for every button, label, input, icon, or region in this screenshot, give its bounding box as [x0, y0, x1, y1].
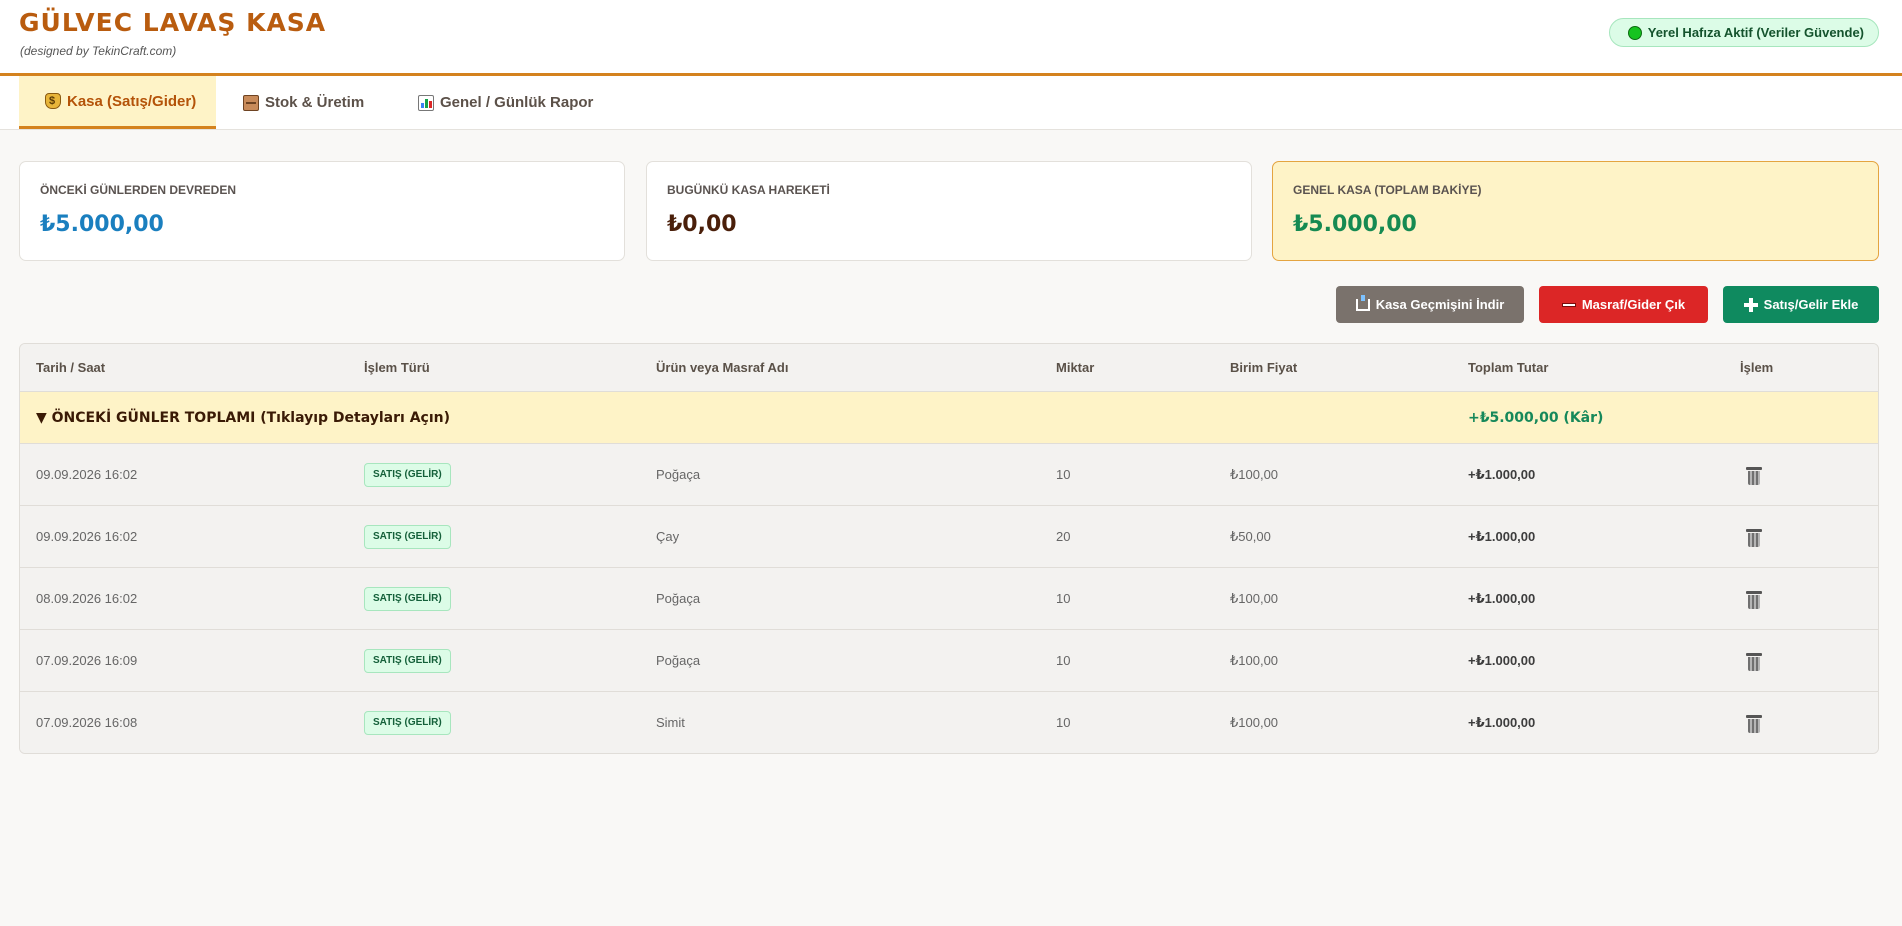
col-header-action: İşlem [1740, 360, 1774, 375]
tab-kasa[interactable]: Kasa (Satış/Gider) [19, 76, 216, 129]
table-row: 07.09.2026 16:08 SATIŞ (GELİR) Simit 10 … [20, 692, 1878, 753]
cell-qty: 10 [1056, 653, 1071, 668]
table-header: Tarih / Saat İşlem Türü Ürün veya Masraf… [20, 344, 1878, 392]
download-history-button[interactable]: Kasa Geçmişini İndir [1336, 286, 1524, 323]
cell-total: +₺1.000,00 [1468, 591, 1536, 606]
card-value: ₺5.000,00 [1293, 212, 1417, 237]
cell-name: Simit [656, 715, 685, 730]
col-header-name: Ürün veya Masraf Adı [656, 360, 789, 375]
type-badge: SATIŞ (GELİR) [364, 649, 451, 673]
button-label: Masraf/Gider Çık [1581, 297, 1686, 312]
cell-name: Çay [656, 529, 680, 544]
box-icon [243, 94, 259, 111]
previous-days-group-row[interactable]: ▼ ÖNCEKİ GÜNLER TOPLAMI (Tıklayıp Detayl… [20, 392, 1878, 444]
cell-unit-price: ₺100,00 [1230, 591, 1279, 606]
green-dot-icon [1627, 25, 1642, 40]
plus-icon [1743, 297, 1758, 312]
transactions-table: Tarih / Saat İşlem Türü Ürün veya Masraf… [19, 343, 1879, 754]
app-subtitle: (designed by TekinCraft.com) [20, 44, 177, 58]
cell-date: 07.09.2026 16:08 [36, 715, 138, 730]
card-value: ₺0,00 [667, 212, 737, 237]
cell-date: 07.09.2026 16:09 [36, 653, 138, 668]
col-header-unit-price: Birim Fiyat [1230, 360, 1298, 375]
cell-total: +₺1.000,00 [1468, 467, 1536, 482]
cell-total: +₺1.000,00 [1468, 653, 1536, 668]
card-carryover: ÖNCEKİ GÜNLERDEN DEVREDEN ₺5.000,00 [19, 161, 625, 261]
trash-icon[interactable] [1746, 467, 1762, 485]
download-icon [1355, 294, 1370, 311]
cell-date: 09.09.2026 16:02 [36, 467, 138, 482]
cell-name: Poğaça [656, 591, 701, 606]
cell-unit-price: ₺50,00 [1230, 529, 1271, 544]
col-header-qty: Miktar [1056, 360, 1095, 375]
cell-qty: 20 [1056, 529, 1071, 544]
cell-date: 09.09.2026 16:02 [36, 529, 138, 544]
group-total: +₺5.000,00 (Kâr) [1468, 410, 1604, 426]
cell-unit-price: ₺100,00 [1230, 467, 1279, 482]
tab-label: Genel / Günlük Rapor [440, 94, 594, 111]
cell-unit-price: ₺100,00 [1230, 715, 1279, 730]
card-label: GENEL KASA (TOPLAM BAKİYE) [1293, 183, 1482, 197]
type-badge: SATIŞ (GELİR) [364, 587, 451, 611]
tab-label: Kasa (Satış/Gider) [67, 92, 197, 110]
add-expense-button[interactable]: Masraf/Gider Çık [1539, 286, 1708, 323]
cell-date: 08.09.2026 16:02 [36, 591, 138, 606]
table-row: 09.09.2026 16:02 SATIŞ (GELİR) Çay 20 ₺5… [20, 506, 1878, 568]
storage-status-text: Yerel Hafıza Aktif (Veriler Güvende) [1647, 25, 1864, 40]
cell-qty: 10 [1056, 715, 1071, 730]
card-total-balance: GENEL KASA (TOPLAM BAKİYE) ₺5.000,00 [1272, 161, 1879, 261]
cell-total: +₺1.000,00 [1468, 529, 1536, 544]
button-label: Satış/Gelir Ekle [1763, 297, 1859, 312]
button-label: Kasa Geçmişini İndir [1375, 297, 1505, 312]
trash-icon[interactable] [1746, 715, 1762, 733]
cell-name: Poğaça [656, 467, 701, 482]
tab-label: Stok & Üretim [265, 94, 365, 111]
storage-status-badge: Yerel Hafıza Aktif (Veriler Güvende) [1608, 18, 1879, 47]
add-sale-button[interactable]: Satış/Gelir Ekle [1723, 286, 1879, 323]
trash-icon[interactable] [1746, 591, 1762, 609]
trash-icon[interactable] [1746, 529, 1762, 547]
trash-icon[interactable] [1746, 653, 1762, 671]
bar-chart-icon [418, 94, 434, 111]
cell-qty: 10 [1056, 467, 1071, 482]
cell-qty: 10 [1056, 591, 1071, 606]
col-header-type: İşlem Türü [364, 360, 430, 375]
card-today: BUGÜNKÜ KASA HAREKETİ ₺0,00 [646, 161, 1252, 261]
tab-bar: Kasa (Satış/Gider) Stok & Üretim Genel /… [0, 76, 1902, 130]
col-header-total: Toplam Tutar [1468, 360, 1549, 375]
money-bag-icon [45, 93, 61, 109]
type-badge: SATIŞ (GELİR) [364, 525, 451, 549]
group-label: ▼ ÖNCEKİ GÜNLER TOPLAMI (Tıklayıp Detayl… [36, 410, 450, 426]
cell-total: +₺1.000,00 [1468, 715, 1536, 730]
cell-unit-price: ₺100,00 [1230, 653, 1279, 668]
card-value: ₺5.000,00 [40, 212, 164, 237]
col-header-date: Tarih / Saat [36, 360, 106, 375]
table-row: 09.09.2026 16:02 SATIŞ (GELİR) Poğaça 10… [20, 444, 1878, 506]
app-title: GÜLVEC LAVAŞ KASA [19, 8, 327, 37]
table-row: 07.09.2026 16:09 SATIŞ (GELİR) Poğaça 10… [20, 630, 1878, 692]
table-row: 08.09.2026 16:02 SATIŞ (GELİR) Poğaça 10… [20, 568, 1878, 630]
app-header: GÜLVEC LAVAŞ KASA (designed by TekinCraf… [0, 0, 1902, 76]
tab-stok[interactable]: Stok & Üretim [223, 76, 383, 129]
minus-icon [1561, 302, 1576, 307]
card-label: BUGÜNKÜ KASA HAREKETİ [667, 183, 830, 197]
card-label: ÖNCEKİ GÜNLERDEN DEVREDEN [40, 183, 237, 197]
type-badge: SATIŞ (GELİR) [364, 463, 451, 487]
tab-rapor[interactable]: Genel / Günlük Rapor [398, 76, 608, 129]
cell-name: Poğaça [656, 653, 701, 668]
type-badge: SATIŞ (GELİR) [364, 711, 451, 735]
